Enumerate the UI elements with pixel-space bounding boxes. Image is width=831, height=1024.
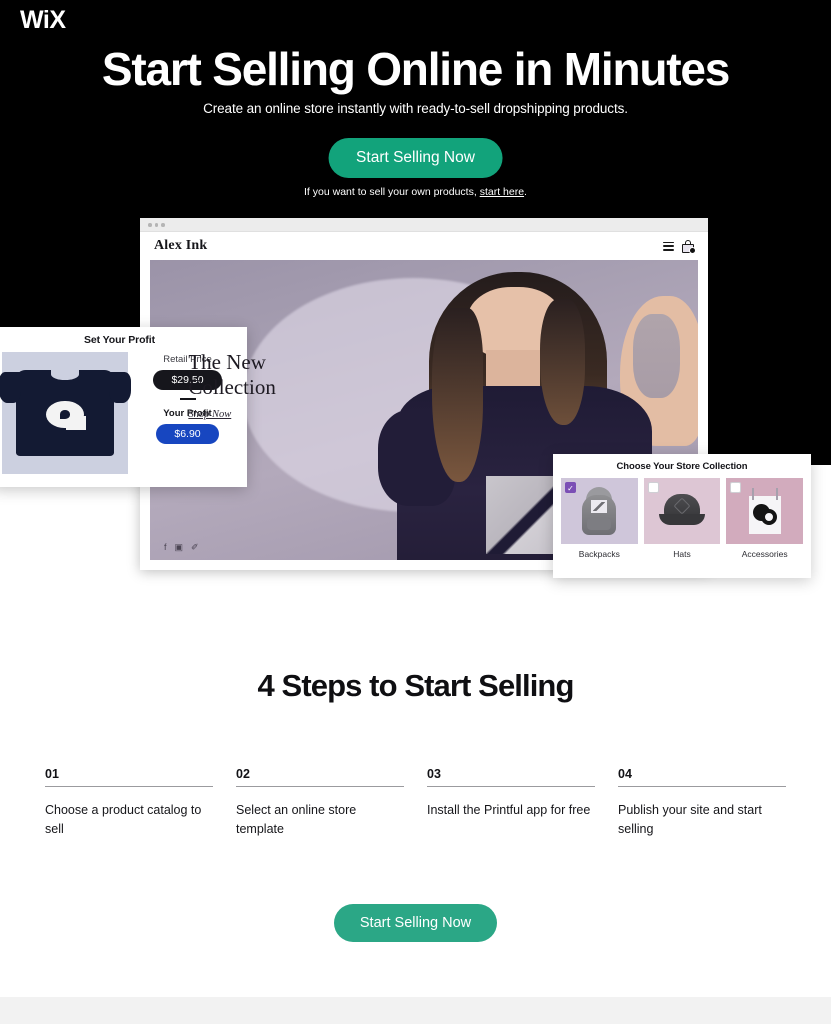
profit-card-title: Set Your Profit	[83, 334, 156, 346]
landing-page: WiX Start Selling Online in Minutes Crea…	[0, 0, 831, 1024]
steps-title: 4 Steps to Start Selling	[257, 668, 574, 703]
footer-band	[0, 997, 831, 1024]
step-number: 01	[45, 767, 213, 787]
step-01: 01 Choose a product catalog to sell	[45, 767, 213, 839]
your-profit-value: $6.90	[156, 424, 219, 444]
step-text: Select an online store template	[236, 803, 357, 836]
step-text: Install the Printful app for free	[427, 803, 591, 817]
twitter-icon[interactable]: ✐	[191, 543, 199, 552]
collection-item-accessories[interactable]: Accessories	[726, 478, 804, 559]
hat-image	[659, 494, 705, 528]
step-03: 03 Install the Printful app for free	[427, 767, 595, 839]
hero-note-suffix: .	[524, 186, 527, 198]
collection-card-title: Choose Your Store Collection	[616, 461, 748, 472]
hero-note-prefix: If you want to sell your own products,	[304, 186, 480, 198]
step-text: Publish your site and start selling	[618, 803, 762, 836]
start-selling-now-button-bottom[interactable]: Start Selling Now	[333, 904, 498, 942]
shop-now-link[interactable]: Shop Now	[188, 409, 231, 420]
backpack-image	[580, 487, 618, 535]
tote-bag-image	[746, 488, 784, 534]
hamburger-icon[interactable]	[663, 241, 674, 251]
step-number: 03	[427, 767, 595, 787]
step-number: 04	[618, 767, 786, 787]
page-title: Start Selling Online in Minutes	[101, 43, 731, 95]
steps-row: 01 Choose a product catalog to sell 02 S…	[0, 767, 831, 839]
store-hero-line1: The New	[188, 350, 266, 374]
store-header: Alex Ink	[140, 232, 708, 260]
collection-label-accessories: Accessories	[741, 549, 788, 559]
wix-logo[interactable]: WiX	[20, 6, 66, 35]
step-text: Choose a product catalog to sell	[45, 803, 202, 836]
browser-chrome-bar	[140, 218, 708, 232]
store-brand-name: Alex Ink	[154, 238, 208, 253]
checkbox-hats[interactable]	[647, 482, 659, 493]
facebook-icon[interactable]: f	[164, 543, 167, 552]
collection-item-backpacks[interactable]: ✓ Backpacks	[561, 478, 638, 559]
window-dots-icon	[148, 223, 165, 227]
start-here-link[interactable]: start here	[480, 186, 524, 198]
hero-subtitle: Create an online store instantly with re…	[203, 101, 628, 116]
steps-section: 4 Steps to Start Selling 01 Choose a pro…	[0, 600, 831, 942]
collection-label-hats: Hats	[673, 549, 691, 559]
shopping-bag-icon[interactable]	[682, 239, 696, 254]
step-04: 04 Publish your site and start selling	[618, 767, 786, 839]
choose-store-collection-card: Choose Your Store Collection ✓ Backpacks	[553, 454, 811, 578]
step-number: 02	[236, 767, 404, 787]
store-hero-line2: Collection	[188, 374, 276, 399]
step-02: 02 Select an online store template	[236, 767, 404, 839]
hero-secondary-note: If you want to sell your own products, s…	[0, 186, 831, 198]
tshirt-product-image	[0, 352, 131, 474]
checkbox-accessories[interactable]	[730, 482, 742, 493]
store-header-icons	[663, 239, 696, 254]
collection-item-hats[interactable]: Hats	[643, 478, 721, 559]
collection-label-backpacks: Backpacks	[578, 549, 620, 559]
instagram-icon[interactable]: ▣	[175, 543, 184, 552]
store-hero-copy: The New Collection Shop Now	[188, 350, 276, 422]
checkbox-backpacks[interactable]: ✓	[565, 482, 576, 493]
social-icons: f ▣ ✐	[164, 543, 199, 552]
start-selling-now-button-top[interactable]: Start Selling Now	[328, 138, 503, 178]
